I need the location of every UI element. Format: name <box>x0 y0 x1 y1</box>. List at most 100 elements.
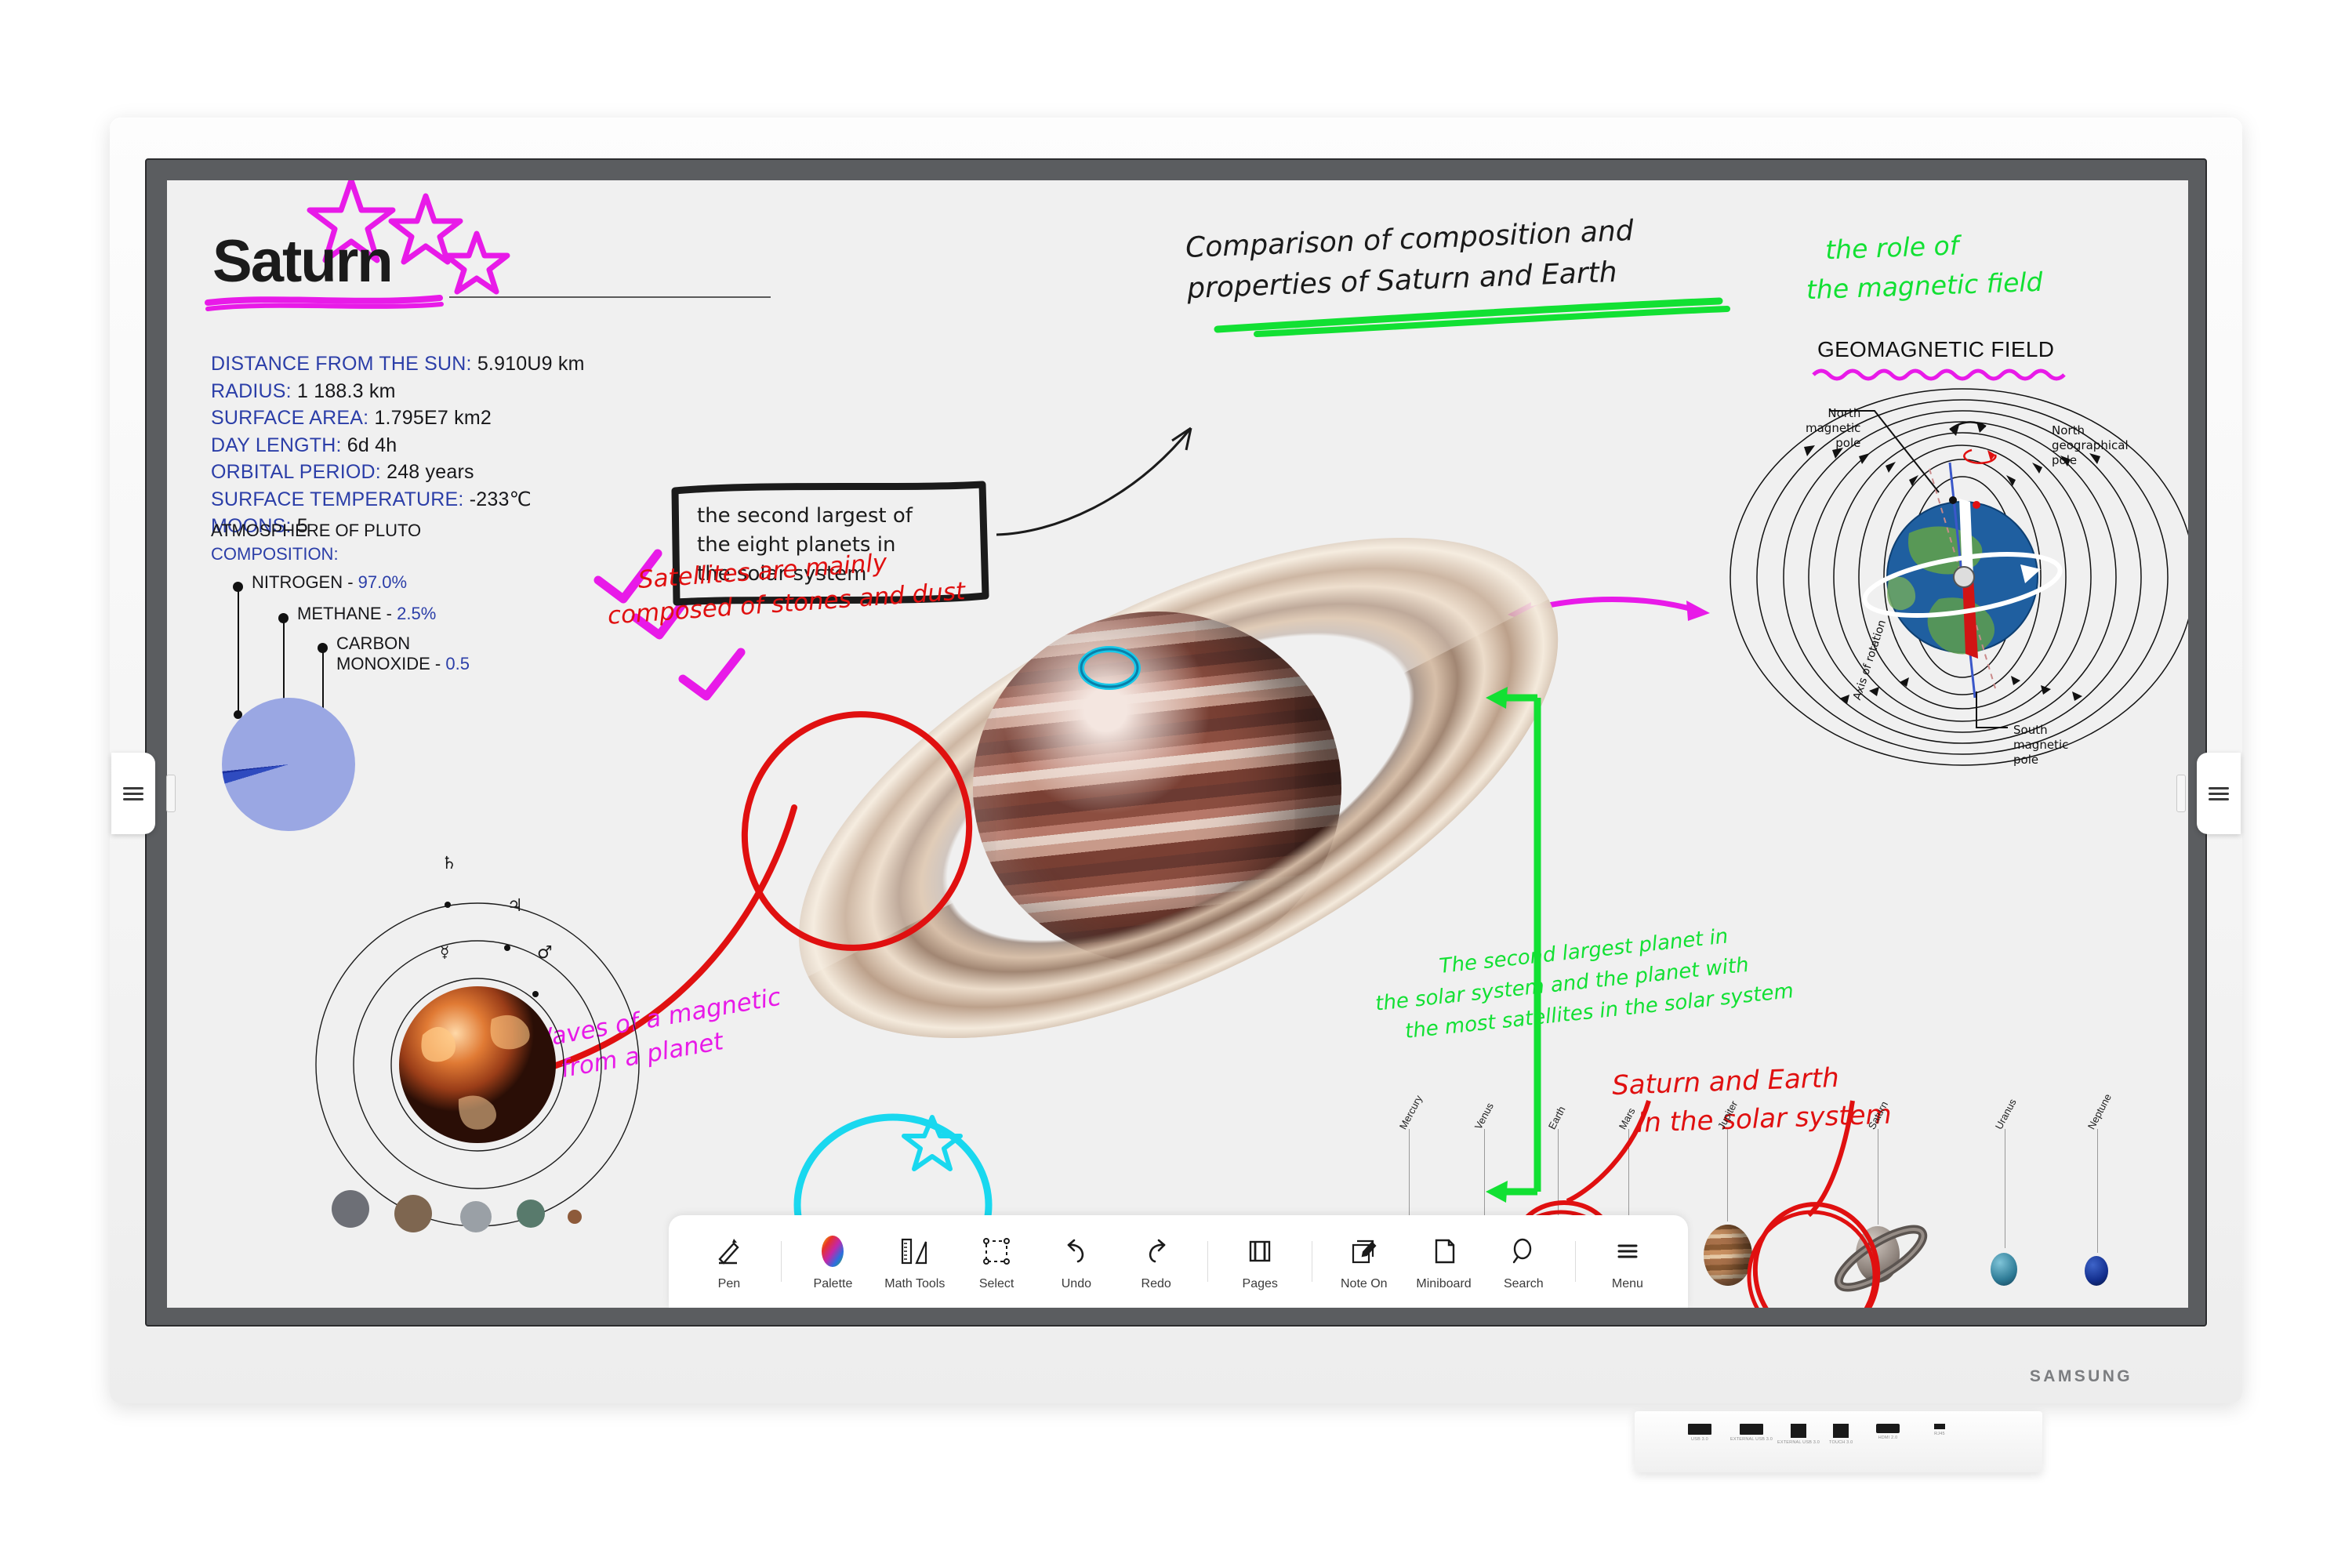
gas-value: 2.5% <box>397 604 437 623</box>
atmosphere-pie-chart <box>222 698 355 831</box>
tool-label: Redo <box>1141 1276 1171 1290</box>
tool-label: Note On <box>1340 1276 1388 1290</box>
orbit-diagram <box>315 902 640 1232</box>
tool-search[interactable]: Search <box>1495 1232 1552 1291</box>
brand-logo: SAMSUNG <box>2029 1367 2132 1385</box>
tool-redo[interactable]: Redo <box>1128 1232 1185 1291</box>
usb-b-icon <box>1791 1424 1807 1438</box>
tool-label: Pen <box>717 1276 741 1290</box>
atmosphere-heading: ATMOSPHERE OF PLUTO COMPOSITION: <box>211 519 421 565</box>
planet-label: Mercury <box>1396 1093 1425 1131</box>
miniboard-icon <box>1428 1232 1460 1270</box>
label-north-magnetic-pole: North magnetic pole <box>1806 406 1861 450</box>
screenshot-root: Saturn DISTANCE FROM THE SUN: 5.910U9 km <box>0 0 2352 1568</box>
port-usb-2[interactable]: EXTERNAL USB 3.0 <box>1730 1424 1773 1442</box>
gas-value: 97.0% <box>358 572 408 592</box>
undo-icon <box>1061 1232 1092 1270</box>
display-device: Saturn DISTANCE FROM THE SUN: 5.910U9 km <box>110 118 2242 1403</box>
display-bezel: Saturn DISTANCE FROM THE SUN: 5.910U9 km <box>145 158 2207 1327</box>
page-title: Saturn <box>212 228 394 295</box>
gas-name: METHANE - <box>297 604 397 623</box>
port-label: RJ45 <box>1934 1432 1945 1436</box>
stat-value: 5.910U9 km <box>477 353 585 375</box>
port-touch[interactable]: TOUCH 3.0 <box>1829 1424 1853 1445</box>
usb-b-icon <box>1833 1424 1849 1438</box>
palette-icon <box>817 1232 848 1270</box>
label-south-magnetic-pole: South magnetic pole <box>2013 723 2069 767</box>
stat-row: ORBITAL PERIOD: 248 years <box>211 459 585 485</box>
ruler-icon <box>899 1232 931 1270</box>
comparison-title: Comparison of composition and properties… <box>1185 211 1635 310</box>
hamburger-icon <box>2209 784 2229 804</box>
port-label: EXTERNAL USB 3.0 <box>1777 1440 1820 1445</box>
port-hdmi[interactable]: HDMI 2.0 <box>1876 1424 1900 1440</box>
tool-label: Select <box>978 1276 1014 1290</box>
tool-menu[interactable]: Menu <box>1599 1232 1656 1291</box>
title-underline <box>205 295 444 311</box>
bottom-toolbar[interactable]: Pen Palette Math Tools Select Undo Redo … <box>669 1215 1688 1308</box>
port-usb-1[interactable]: USB 3.0 <box>1688 1424 1711 1442</box>
stat-key: SURFACE TEMPERATURE: <box>211 488 464 510</box>
port-label: EXTERNAL USB 3.0 <box>1730 1437 1773 1442</box>
toolbar-separator <box>1575 1241 1577 1282</box>
stat-row: DAY LENGTH: 6d 4h <box>211 433 585 459</box>
tool-note-on[interactable]: Note On <box>1336 1232 1392 1291</box>
atmosphere-heading-line2: COMPOSITION: <box>211 543 339 564</box>
tool-label: Palette <box>813 1276 853 1290</box>
whiteboard-canvas[interactable]: Saturn DISTANCE FROM THE SUN: 5.910U9 km <box>167 180 2188 1308</box>
search-icon <box>1508 1232 1539 1270</box>
whiteboard-screen[interactable]: Saturn DISTANCE FROM THE SUN: 5.910U9 km <box>167 180 2188 1308</box>
tool-label: Undo <box>1061 1276 1091 1290</box>
gas-name2: MONOXIDE - <box>336 654 446 673</box>
gas-name-line2: MONOXIDE - 0.5 <box>336 654 470 674</box>
note-on-icon <box>1348 1232 1380 1270</box>
saturn-stats-list: DISTANCE FROM THE SUN: 5.910U9 km RADIUS… <box>211 351 585 541</box>
pen-holder-right[interactable] <box>2176 775 2186 812</box>
gas-name-line1: CARBON <box>336 633 411 653</box>
orbit-symbol-mars: ♂ <box>537 943 553 963</box>
tool-pen[interactable]: Pen <box>701 1232 757 1291</box>
pen-icon <box>713 1232 745 1270</box>
role-magnetic-line2: the magnetic field <box>1806 266 2044 305</box>
gas-row-methane: METHANE - 2.5% <box>297 604 436 624</box>
orbit-symbol-jupiter: ♃ <box>507 896 523 916</box>
stat-value: -233℃ <box>469 488 532 510</box>
tool-select[interactable]: Select <box>968 1232 1025 1291</box>
tool-math-tools[interactable]: Math Tools <box>884 1232 945 1291</box>
tool-pages[interactable]: Pages <box>1232 1232 1288 1291</box>
hdmi-icon <box>1876 1424 1900 1433</box>
toolbar-separator <box>780 1241 782 1282</box>
gas-value: 0.5 <box>445 654 470 673</box>
pen-holder-left[interactable] <box>166 775 176 812</box>
gas-row-carbon-monoxide: CARBON MONOXIDE - 0.5 <box>336 633 470 674</box>
right-menu-tab[interactable] <box>2197 753 2241 834</box>
title-rule <box>449 296 771 298</box>
orbit-symbol-saturn: ♄ <box>441 854 457 873</box>
select-icon <box>981 1232 1012 1270</box>
leader-line <box>238 591 239 713</box>
stat-value: 1 188.3 km <box>296 379 396 402</box>
stat-key: ORBITAL PERIOD: <box>211 461 381 483</box>
gas-row-nitrogen: NITROGEN - 97.0% <box>252 572 407 593</box>
tool-label: Pages <box>1242 1276 1278 1290</box>
orbit-symbol-mercury: ☿ <box>440 942 450 961</box>
stat-value: 6d 4h <box>347 434 397 456</box>
tool-miniboard[interactable]: Miniboard <box>1416 1232 1472 1291</box>
tool-palette[interactable]: Palette <box>804 1232 861 1291</box>
port-usb-3[interactable]: EXTERNAL USB 3.0 <box>1777 1424 1820 1445</box>
tool-label: Search <box>1503 1276 1544 1290</box>
geomagnetic-title: GEOMAGNETIC FIELD <box>1817 337 2055 361</box>
stat-value: 1.795E7 km2 <box>374 407 492 429</box>
stat-key: DAY LENGTH: <box>211 434 342 456</box>
saturn-storm-annotation <box>1078 646 1141 690</box>
port-rj45[interactable]: RJ45 <box>1934 1424 1945 1436</box>
hamburger-icon <box>123 784 143 804</box>
left-menu-tab[interactable] <box>111 753 155 834</box>
label-north-geographical-pole: North geographical pole <box>2052 423 2129 467</box>
stat-row: RADIUS: 1 188.3 km <box>211 379 585 405</box>
port-label: HDMI 2.0 <box>1878 1436 1898 1440</box>
tool-undo[interactable]: Undo <box>1048 1232 1105 1291</box>
stat-value: 248 years <box>387 461 474 483</box>
port-label: TOUCH 3.0 <box>1829 1440 1853 1445</box>
usb-a-icon <box>1688 1424 1711 1435</box>
